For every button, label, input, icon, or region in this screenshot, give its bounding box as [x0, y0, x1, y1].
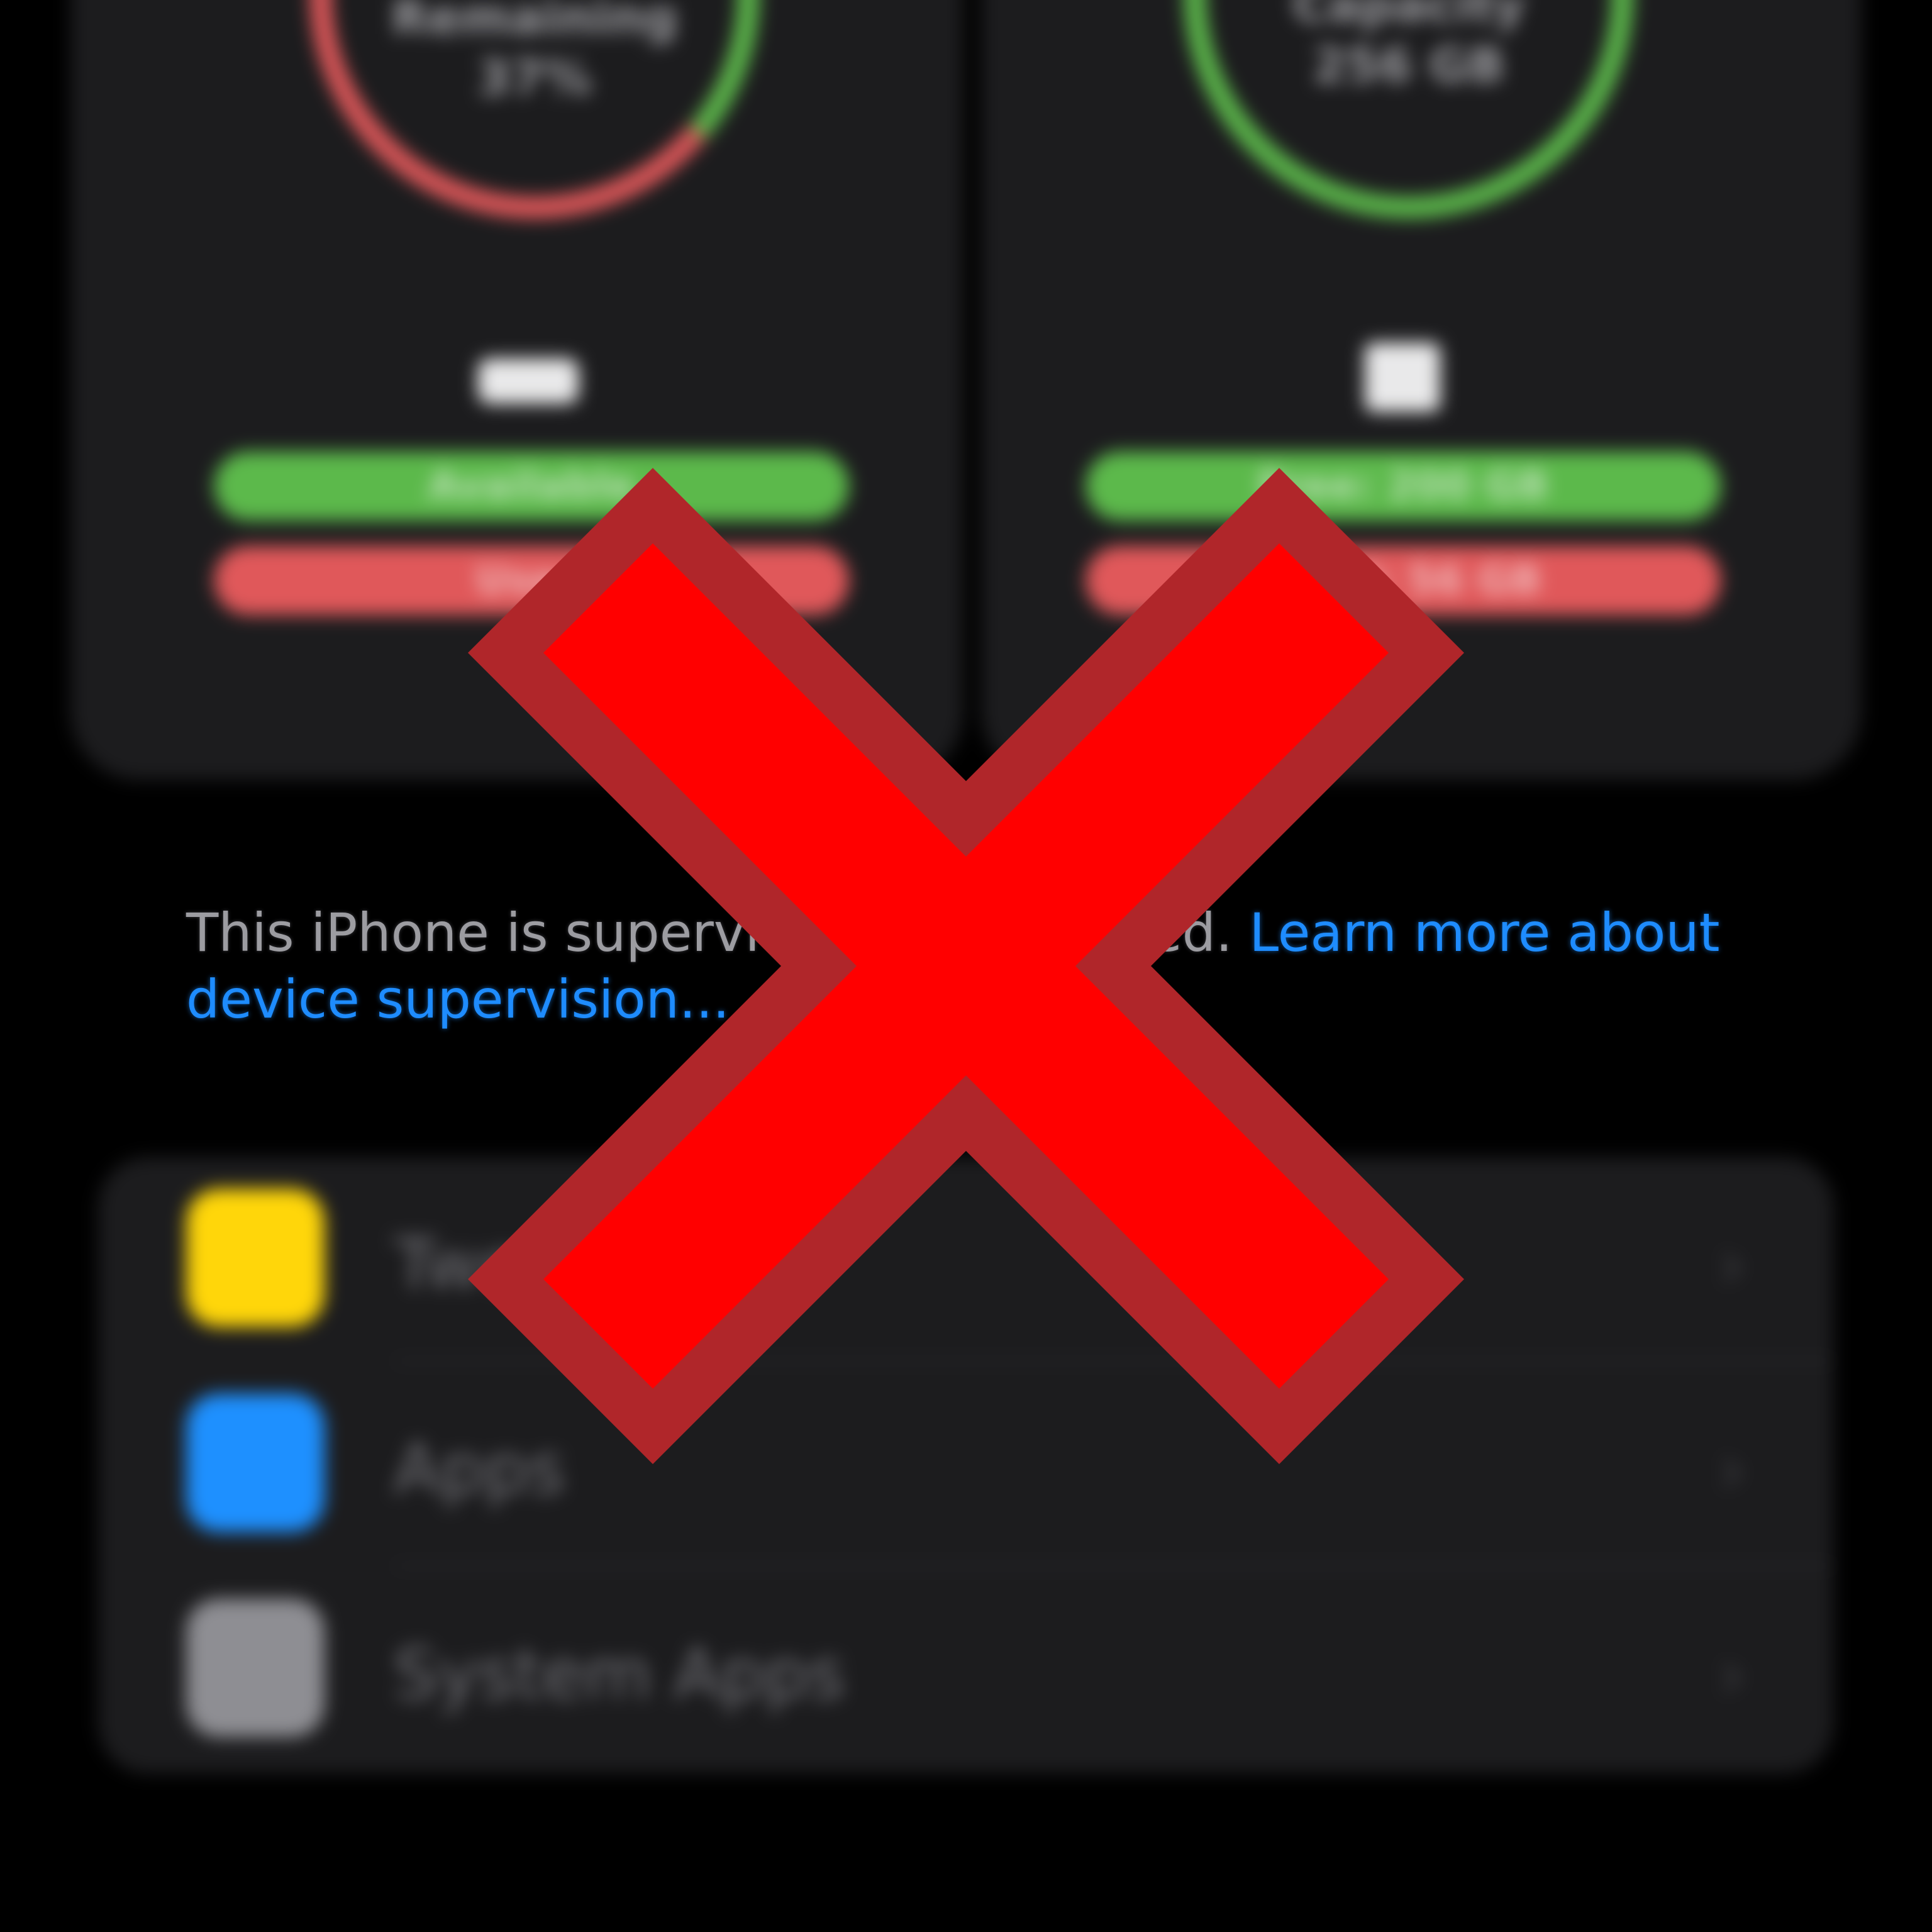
red-x-mark-icon [468, 468, 1464, 1464]
